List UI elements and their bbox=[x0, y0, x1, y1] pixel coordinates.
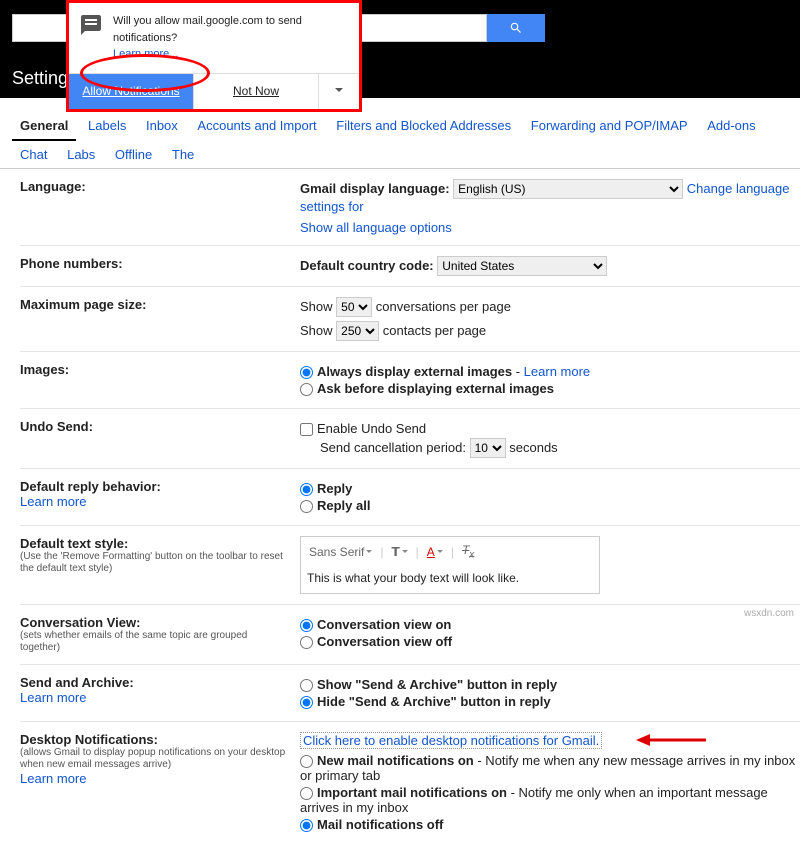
annotation-arrow bbox=[636, 732, 706, 751]
notification-learn-more-link[interactable]: Learn more... bbox=[113, 48, 178, 60]
not-now-button[interactable]: Not Now bbox=[194, 74, 319, 109]
reply-all-radio[interactable]: Reply all bbox=[300, 498, 800, 513]
images-ask-radio[interactable]: Ask before displaying external images bbox=[300, 381, 800, 396]
country-code-select[interactable]: United States bbox=[437, 256, 607, 276]
remove-formatting-tool[interactable]: Tx bbox=[460, 543, 476, 560]
tab-addons[interactable]: Add-ons bbox=[699, 112, 763, 139]
reply-radio[interactable]: Reply bbox=[300, 481, 800, 496]
tab-forwarding[interactable]: Forwarding and POP/IMAP bbox=[523, 112, 696, 139]
show-all-languages-link[interactable]: Show all language options bbox=[300, 220, 452, 235]
enable-undo-checkbox[interactable]: Enable Undo Send bbox=[300, 421, 800, 436]
font-size-tool[interactable]: 𝗧 bbox=[389, 545, 409, 559]
tab-general[interactable]: General bbox=[12, 112, 76, 141]
language-select[interactable]: English (US) bbox=[453, 179, 683, 199]
conversation-view-sub: (sets whether emails of the same topic a… bbox=[20, 630, 290, 654]
notification-popup: Will you allow mail.google.com to send n… bbox=[66, 0, 362, 112]
desktop-notifications-sub: (allows Gmail to display popup notificat… bbox=[20, 747, 290, 771]
chevron-down-icon bbox=[366, 550, 372, 556]
tab-accounts[interactable]: Accounts and Import bbox=[189, 112, 324, 139]
text-style-sub: (Use the 'Remove Formatting' button on t… bbox=[20, 551, 290, 575]
images-learn-more-link[interactable]: Learn more bbox=[524, 364, 590, 379]
chevron-down-icon bbox=[335, 88, 343, 96]
tab-chat[interactable]: Chat bbox=[12, 141, 55, 168]
conversations-per-page-select[interactable]: 50 bbox=[336, 297, 372, 317]
tab-themes[interactable]: The bbox=[164, 141, 202, 168]
phone-numbers-label: Phone numbers: bbox=[20, 256, 123, 271]
font-family-tool[interactable]: Sans Serif bbox=[307, 545, 374, 559]
tab-labs[interactable]: Labs bbox=[59, 141, 103, 168]
default-country-code-label: Default country code: bbox=[300, 258, 434, 273]
undo-send-label: Undo Send: bbox=[20, 419, 93, 434]
hide-send-archive-radio[interactable]: Hide "Send & Archive" button in reply bbox=[300, 694, 800, 709]
language-label: Language: bbox=[20, 179, 86, 194]
chevron-down-icon bbox=[402, 550, 408, 556]
new-mail-notif-radio[interactable]: New mail notifications on - Notify me wh… bbox=[300, 753, 800, 783]
images-label: Images: bbox=[20, 362, 69, 377]
show-send-archive-radio[interactable]: Show "Send & Archive" button in reply bbox=[300, 677, 800, 692]
default-text-style-label: Default text style: bbox=[20, 536, 128, 551]
search-button[interactable] bbox=[487, 14, 545, 42]
chevron-down-icon bbox=[437, 550, 443, 556]
conversation-view-label: Conversation View: bbox=[20, 615, 140, 630]
tab-inbox[interactable]: Inbox bbox=[138, 112, 186, 139]
gmail-display-language-label: Gmail display language: bbox=[300, 181, 450, 196]
undo-period-select[interactable]: 10 bbox=[470, 438, 506, 458]
max-page-size-label: Maximum page size: bbox=[20, 297, 146, 312]
allow-notifications-button[interactable]: Allow Notifications bbox=[69, 74, 194, 109]
notification-question: Will you allow mail.google.com to send n… bbox=[113, 13, 349, 46]
text-style-box: Sans Serif | 𝗧 | A | Tx This is what you… bbox=[300, 536, 600, 593]
text-style-sample: This is what your body text will look li… bbox=[307, 567, 593, 589]
desktop-learn-more-link[interactable]: Learn more bbox=[20, 771, 86, 786]
watermark: wsxdn.com bbox=[744, 608, 794, 619]
tab-labels[interactable]: Labels bbox=[80, 112, 134, 139]
tab-offline[interactable]: Offline bbox=[107, 141, 160, 168]
search-icon bbox=[509, 21, 523, 35]
send-archive-learn-more-link[interactable]: Learn more bbox=[20, 690, 86, 705]
send-archive-label: Send and Archive: bbox=[20, 675, 134, 690]
settings-tabs: General Labels Inbox Accounts and Import… bbox=[0, 108, 800, 169]
reply-learn-more-link[interactable]: Learn more bbox=[20, 494, 86, 509]
mail-notif-off-radio[interactable]: Mail notifications off bbox=[300, 817, 800, 832]
notification-dropdown-button[interactable] bbox=[319, 74, 359, 109]
conversation-off-radio[interactable]: Conversation view off bbox=[300, 634, 800, 649]
important-mail-notif-radio[interactable]: Important mail notifications on - Notify… bbox=[300, 785, 800, 815]
text-color-tool[interactable]: A bbox=[425, 545, 445, 559]
tab-filters[interactable]: Filters and Blocked Addresses bbox=[328, 112, 519, 139]
default-reply-label: Default reply behavior: bbox=[20, 479, 161, 494]
chat-bubble-icon bbox=[79, 13, 103, 37]
images-always-radio[interactable]: Always display external images - Learn m… bbox=[300, 364, 800, 379]
conversation-on-radio[interactable]: Conversation view on bbox=[300, 617, 800, 632]
enable-desktop-notifications-link[interactable]: Click here to enable desktop notificatio… bbox=[300, 732, 602, 749]
contacts-per-page-select[interactable]: 250 bbox=[336, 321, 379, 341]
desktop-notifications-label: Desktop Notifications: bbox=[20, 732, 158, 747]
